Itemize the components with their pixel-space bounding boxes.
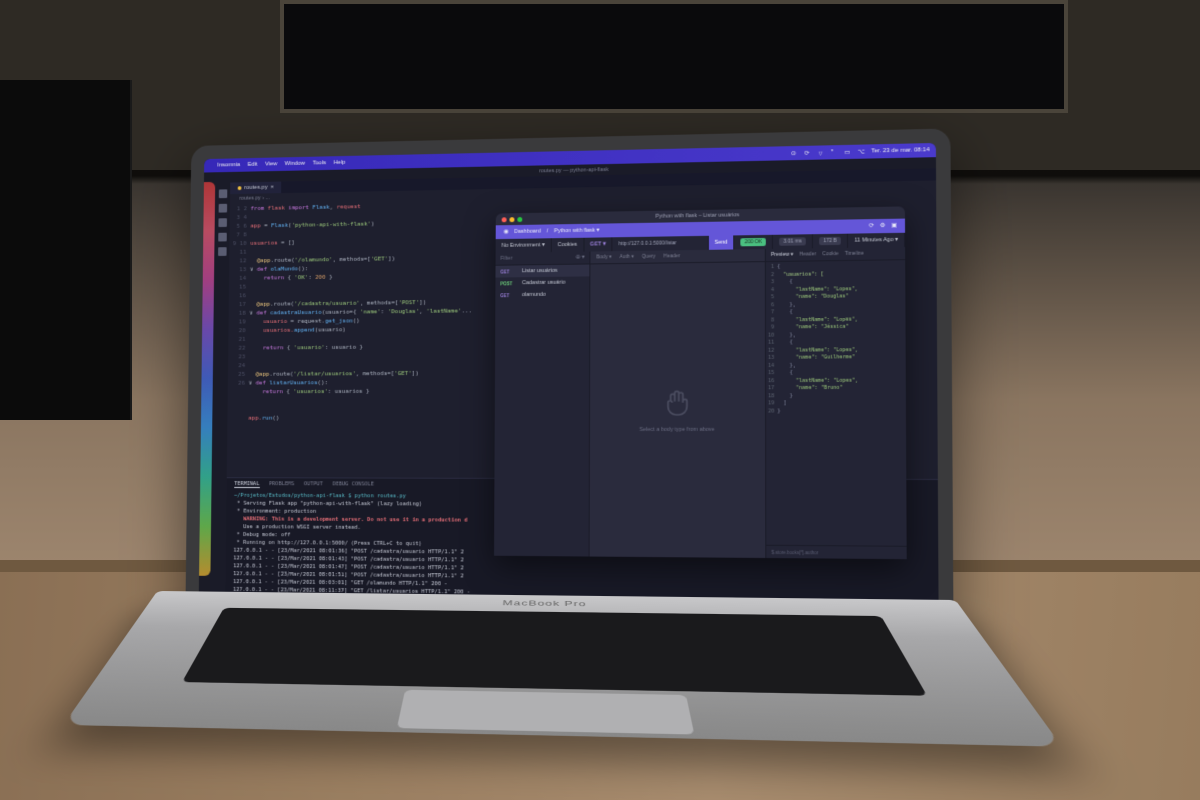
trackpad[interactable] xyxy=(397,690,694,735)
window-frame xyxy=(280,0,1068,113)
request-sidebar: Filter ⊕ ▾ GET Listar usuários POST Cada… xyxy=(494,252,590,557)
terminal-tab-output[interactable]: OUTPUT xyxy=(304,481,323,487)
maximize-icon[interactable] xyxy=(517,217,522,222)
status-icon[interactable]: ⊙ xyxy=(791,150,798,157)
laptop-base: MacBook Pro xyxy=(63,591,1062,747)
python-file-icon xyxy=(238,186,242,190)
response-body[interactable]: 1 { 2 "usuarios": [ 3 { 4 "lastName": "L… xyxy=(766,260,907,546)
laptop: Insomnia Edit View Window Tools Help ⊙ ⟳… xyxy=(184,129,946,767)
add-request-icon[interactable]: ⊕ ▾ xyxy=(576,255,585,261)
request-label: Listar usuários xyxy=(522,268,557,274)
terminal-tab-problems[interactable]: PROBLEMS xyxy=(269,481,294,487)
time-badge: 3.01 ms xyxy=(779,237,805,245)
jsonpath-input[interactable]: $.store.books[*].author xyxy=(766,545,906,559)
laptop-lid: Insomnia Edit View Window Tools Help ⊙ ⟳… xyxy=(185,128,953,639)
keyboard[interactable] xyxy=(182,608,927,696)
menubar-item-window[interactable]: Window xyxy=(285,161,305,167)
vscode-title-text: routes.py — python-api-flask xyxy=(539,166,608,173)
minimize-icon[interactable] xyxy=(509,217,514,222)
peace-hand-icon xyxy=(661,387,693,419)
send-button[interactable]: Send xyxy=(708,235,734,249)
breadcrumb-sep: / xyxy=(547,228,549,234)
insomnia-body: Filter ⊕ ▾ GET Listar usuários POST Cada… xyxy=(494,247,907,559)
close-icon[interactable] xyxy=(502,217,507,222)
request-label: olamundo xyxy=(522,292,546,298)
tab-header[interactable]: Header xyxy=(799,251,816,257)
tab-cookie[interactable]: Cookie xyxy=(822,251,838,257)
insomnia-window: Python with flask – Listar usuários ◉ Da… xyxy=(494,206,907,559)
breadcrumb-text: routes.py › ... xyxy=(239,195,269,201)
request-label: Cadastrar usuário xyxy=(522,280,565,286)
control-center-icon[interactable]: ⌥ xyxy=(858,148,865,155)
menubar-app-name[interactable]: Insomnia xyxy=(217,162,240,168)
sync-icon[interactable]: ⟳ xyxy=(869,223,874,229)
terminal-tab-debug[interactable]: DEBUG CONSOLE xyxy=(332,481,374,487)
photo-scene: Insomnia Edit View Window Tools Help ⊙ ⟳… xyxy=(0,0,1200,800)
search-icon[interactable] xyxy=(218,204,227,213)
debug-icon[interactable] xyxy=(218,233,227,242)
placeholder-text: Select a body type from above xyxy=(639,427,714,433)
source-control-icon[interactable] xyxy=(218,218,227,227)
bluetooth-icon[interactable]: * xyxy=(831,149,838,156)
menubar-item-view[interactable]: View xyxy=(265,161,277,167)
status-badge: 200 OK xyxy=(741,238,766,246)
method-dropdown[interactable]: GET ▾ xyxy=(584,237,613,251)
account-icon[interactable]: ▣ xyxy=(891,223,896,229)
history-dropdown[interactable]: 11 Minutes Ago ▾ xyxy=(848,233,905,248)
tab-query[interactable]: Query xyxy=(642,254,656,260)
menubar-item-edit[interactable]: Edit xyxy=(248,162,258,168)
wifi-icon[interactable]: ⌔ xyxy=(817,149,824,156)
environment-dropdown[interactable]: No Environment ▾ xyxy=(496,238,552,253)
body-empty-state: Select a body type from above xyxy=(590,262,766,558)
response-pane: Preview ▾ Header Cookie Timeline 1 { 2 "… xyxy=(765,247,907,559)
editor-tab-routes[interactable]: routes.py × xyxy=(230,182,281,195)
menubar-clock[interactable]: Ter. 23 de mar. 08:14 xyxy=(871,147,930,154)
dashboard-link[interactable]: Dashboard xyxy=(514,229,541,235)
settings-icon[interactable]: ⚙ xyxy=(880,223,885,229)
close-icon[interactable]: × xyxy=(270,185,273,191)
url-input[interactable]: http://127.0.0.1:5000/listar xyxy=(613,236,709,251)
laptop-screen: Insomnia Edit View Window Tools Help ⊙ ⟳… xyxy=(199,143,939,625)
tab-label: routes.py xyxy=(244,185,267,191)
traffic-lights[interactable] xyxy=(502,217,523,222)
project-dropdown[interactable]: Python with flask ▾ xyxy=(554,228,599,235)
status-icon[interactable]: ⟳ xyxy=(804,149,811,156)
cookies-button[interactable]: Cookies xyxy=(551,238,584,252)
filter-input[interactable]: Filter ⊕ ▾ xyxy=(496,252,590,266)
tab-auth[interactable]: Auth ▾ xyxy=(620,254,634,260)
tab-body[interactable]: Body ▾ xyxy=(596,254,611,260)
extensions-icon[interactable] xyxy=(218,247,227,256)
terminal-tab-terminal[interactable]: TERMINAL xyxy=(234,481,259,488)
external-monitor-edge xyxy=(0,80,132,420)
menubar-item-tools[interactable]: Tools xyxy=(313,160,326,166)
insomnia-logo-icon: ◉ xyxy=(504,229,509,235)
battery-icon[interactable]: ▭ xyxy=(844,148,851,155)
menubar-item-help[interactable]: Help xyxy=(334,160,346,166)
insomnia-title-text: Python with flask – Listar usuários xyxy=(655,212,739,219)
tab-timeline[interactable]: Timeline xyxy=(845,251,864,257)
explorer-icon[interactable] xyxy=(218,189,227,198)
request-item[interactable]: GET olamundo xyxy=(495,288,589,301)
request-pane: Body ▾ Auth ▾ Query Header Select a body… xyxy=(590,249,766,558)
size-badge: 172 B xyxy=(819,237,841,245)
tab-preview[interactable]: Preview ▾ xyxy=(771,252,793,258)
tab-header[interactable]: Header xyxy=(664,253,681,259)
request-item[interactable]: POST Cadastrar usuário xyxy=(495,276,589,289)
